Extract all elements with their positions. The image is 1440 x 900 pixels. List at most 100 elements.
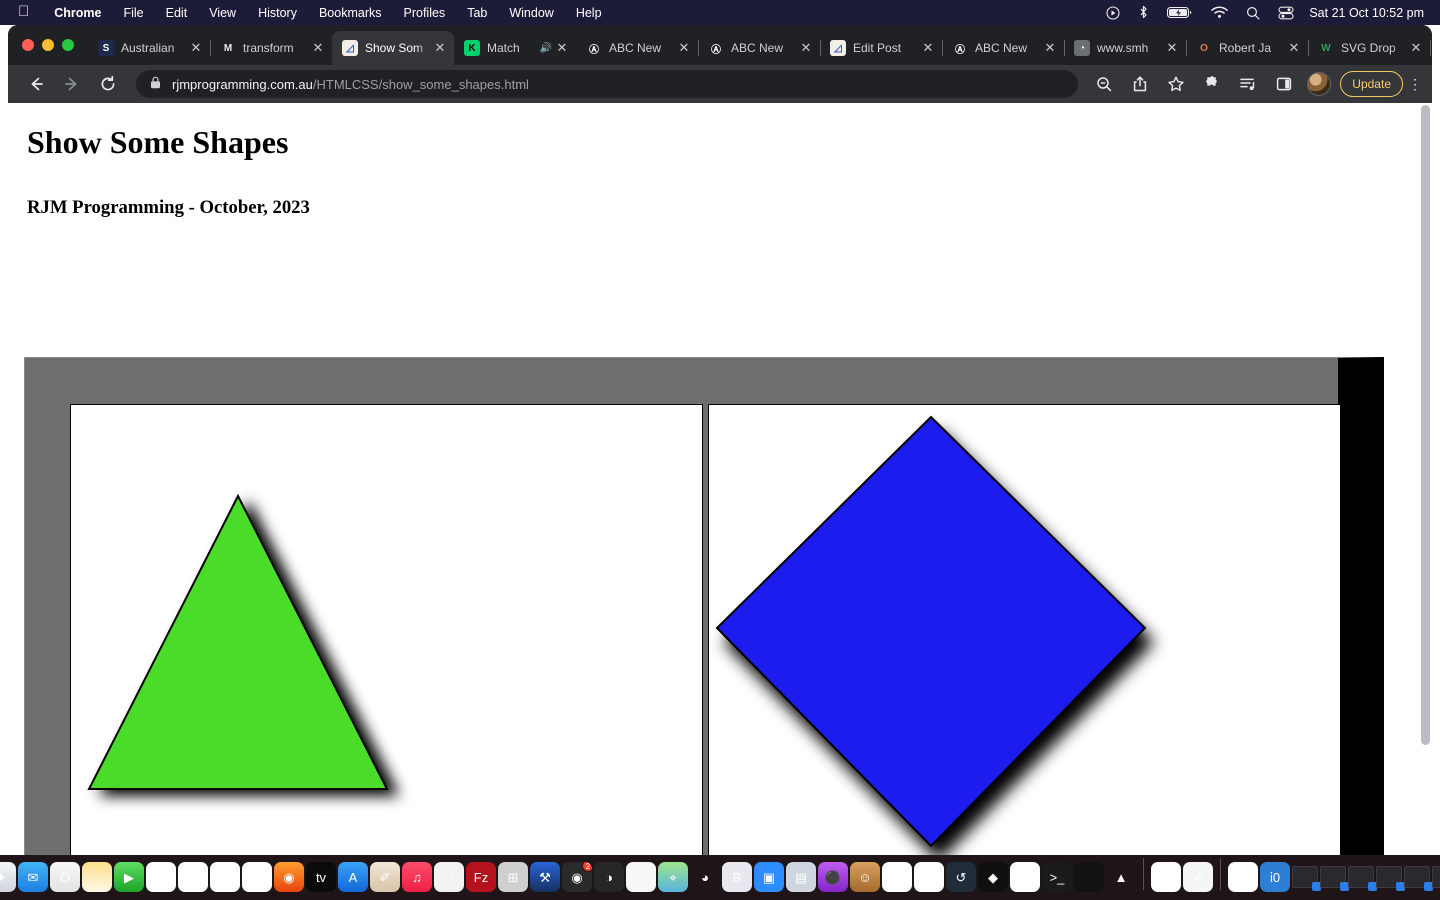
dock-icon-mail[interactable]: ✉ xyxy=(18,862,48,892)
menu-tab[interactable]: Tab xyxy=(456,6,498,20)
dock-icon-filezilla[interactable]: Fz xyxy=(466,862,496,892)
menu-chrome[interactable]: Chrome xyxy=(43,6,112,20)
dock-icon-autodesk[interactable]: ▲ xyxy=(1106,862,1136,892)
tab-close-icon[interactable]: ✕ xyxy=(676,40,692,56)
reload-icon[interactable] xyxy=(93,69,123,99)
shape-canvas-right[interactable] xyxy=(709,405,1340,855)
menu-view[interactable]: View xyxy=(198,6,247,20)
tab-close-icon[interactable]: ✕ xyxy=(1286,40,1302,56)
dock-icon-terminal-green[interactable] xyxy=(1074,862,1104,892)
dock-icon-google-chrome[interactable]: ◎ xyxy=(914,862,944,892)
address-bar[interactable]: rjmprogramming.com.au/HTMLCSS/show_some_… xyxy=(136,70,1079,98)
spotlight-search-icon[interactable] xyxy=(1237,6,1269,20)
puzzle-piece-icon[interactable] xyxy=(1197,69,1227,99)
dock-icon-notes[interactable] xyxy=(82,862,112,892)
browser-tab[interactable]: Ⓐ ABC New ✕ xyxy=(698,31,821,65)
dock-icon-bbedit[interactable]: B xyxy=(722,862,752,892)
browser-tab[interactable]: S Australian ✕ xyxy=(88,31,211,65)
dock-icon-onyx[interactable]: ◉ 2 xyxy=(562,862,592,892)
menu-file[interactable]: File xyxy=(112,6,154,20)
dock-icon-chrome-window[interactable]: ◎ xyxy=(1151,862,1181,892)
close-window-button[interactable] xyxy=(22,39,34,51)
dock-icon-zoom[interactable]: ▣ xyxy=(754,862,784,892)
kebab-menu-icon[interactable]: ⋮ xyxy=(1408,76,1422,93)
dock-icon-gimp[interactable]: ◕ xyxy=(690,862,720,892)
update-button[interactable]: Update xyxy=(1340,71,1403,97)
dock-icon-contacts[interactable]: ☺ xyxy=(850,862,880,892)
tab-close-icon[interactable]: ✕ xyxy=(920,40,936,56)
dock-minimized-window[interactable] xyxy=(1320,866,1349,891)
dock-minimized-window[interactable] xyxy=(1348,866,1377,891)
dock-icon-podcasts[interactable]: ⚫ xyxy=(818,862,848,892)
browser-tab[interactable]: O Robert Ja ✕ xyxy=(1186,31,1309,65)
control-center-record-icon[interactable] xyxy=(1097,5,1129,20)
side-panel-icon[interactable] xyxy=(1269,69,1299,99)
page-scrollbar[interactable] xyxy=(1421,105,1430,853)
menu-window[interactable]: Window xyxy=(498,6,564,20)
dock-minimized-window[interactable] xyxy=(1432,866,1440,888)
battery-charging-icon[interactable] xyxy=(1158,6,1202,19)
dock-icon-firefox[interactable]: ◉ xyxy=(274,862,304,892)
dock-icon-textedit-window[interactable]: ✐ xyxy=(1183,862,1213,892)
dock-icon-mamp[interactable]: ◑ xyxy=(594,862,624,892)
dock-icon-paintbrush-app[interactable]: ✐ xyxy=(370,862,400,892)
browser-tab[interactable]: ◔ www.smh ✕ xyxy=(1064,31,1187,65)
tab-close-icon[interactable]: ✕ xyxy=(554,40,570,56)
dock-icon-intellij-idea[interactable]: IJ xyxy=(882,862,912,892)
menu-bookmarks[interactable]: Bookmarks xyxy=(308,6,393,20)
dock-icon-maps[interactable]: ⌖ xyxy=(658,862,688,892)
dock-icon-music[interactable]: ♫ xyxy=(402,862,432,892)
profile-avatar[interactable] xyxy=(1307,72,1332,96)
menu-edit[interactable]: Edit xyxy=(155,6,199,20)
dock-icon-time-machine[interactable]: ↺ xyxy=(946,862,976,892)
dock-icon-network-globe[interactable]: ἱ0 xyxy=(1260,862,1290,892)
dock-icon-xcode[interactable]: ⚒ xyxy=(530,862,560,892)
back-arrow-icon[interactable] xyxy=(21,69,51,99)
star-icon[interactable] xyxy=(1161,69,1191,99)
browser-tab[interactable]: W SVG Drop ✕ xyxy=(1308,31,1431,65)
scrollbar-thumb[interactable] xyxy=(1421,105,1430,745)
tab-close-icon[interactable]: ✕ xyxy=(310,40,326,56)
browser-tab[interactable]: K Match 🔊 ✕ xyxy=(454,31,576,65)
dock-icon-launchpad[interactable]: ∷ xyxy=(434,862,464,892)
dock-icon-terminal[interactable]: >_ xyxy=(1042,862,1072,892)
maximize-window-button[interactable] xyxy=(62,39,74,51)
bluetooth-icon[interactable] xyxy=(1129,5,1158,20)
menubar-clock[interactable]: Sat 21 Oct 10:52 pm xyxy=(1303,6,1428,20)
dock-icon-inkscape-dark[interactable]: ◆ xyxy=(978,862,1008,892)
dock-icon-printer-stack[interactable]: ⎙ xyxy=(1228,862,1258,892)
dock-icon-calculator[interactable]: ⊞ xyxy=(498,862,528,892)
control-center-icon[interactable] xyxy=(1269,6,1303,20)
apple-logo-icon[interactable]:  xyxy=(0,4,43,19)
tab-close-icon[interactable]: ✕ xyxy=(1042,40,1058,56)
dock-icon-opera[interactable]: O xyxy=(50,862,80,892)
dock-icon-news[interactable]: N xyxy=(242,862,272,892)
tab-close-icon[interactable]: ✕ xyxy=(798,40,814,56)
dock-minimized-window[interactable] xyxy=(1404,866,1433,891)
browser-tab[interactable]: Ⓐ ABC New ✕ xyxy=(576,31,699,65)
tab-close-icon[interactable]: ✕ xyxy=(1408,40,1424,56)
tab-close-icon[interactable]: ✕ xyxy=(432,40,448,56)
zoom-out-icon[interactable] xyxy=(1089,69,1119,99)
dock-icon-apple-tv[interactable]: tv xyxy=(306,862,336,892)
menu-profiles[interactable]: Profiles xyxy=(393,6,457,20)
speaker-muted-icon[interactable]: 🔊 xyxy=(540,43,552,54)
dock-icon-calendar[interactable]: 21 xyxy=(178,862,208,892)
dock-icon-textedit[interactable] xyxy=(626,862,656,892)
forward-arrow-icon[interactable] xyxy=(57,69,87,99)
dock-minimized-window[interactable] xyxy=(1376,866,1405,891)
share-icon[interactable] xyxy=(1125,69,1155,99)
browser-tab[interactable]: Ⓐ ABC New ✕ xyxy=(942,31,1065,65)
dock-icon-screens[interactable]: ▤ xyxy=(786,862,816,892)
dock-icon-safari[interactable]: ✦ xyxy=(0,862,16,892)
shape-canvas-left[interactable] xyxy=(71,405,702,855)
tab-close-icon[interactable]: ✕ xyxy=(188,40,204,56)
browser-tab[interactable]: ◿ Edit Post ✕ xyxy=(820,31,943,65)
dock-icon-facetime[interactable]: ▶ xyxy=(114,862,144,892)
menu-help[interactable]: Help xyxy=(565,6,613,20)
minimize-window-button[interactable] xyxy=(42,39,54,51)
menu-history[interactable]: History xyxy=(247,6,308,20)
browser-tab[interactable]: ◿ Show Som ✕ xyxy=(332,31,454,65)
dock-icon-photos[interactable]: ✿ xyxy=(146,862,176,892)
dock-icon-inkscape[interactable]: ◆ xyxy=(1010,862,1040,892)
